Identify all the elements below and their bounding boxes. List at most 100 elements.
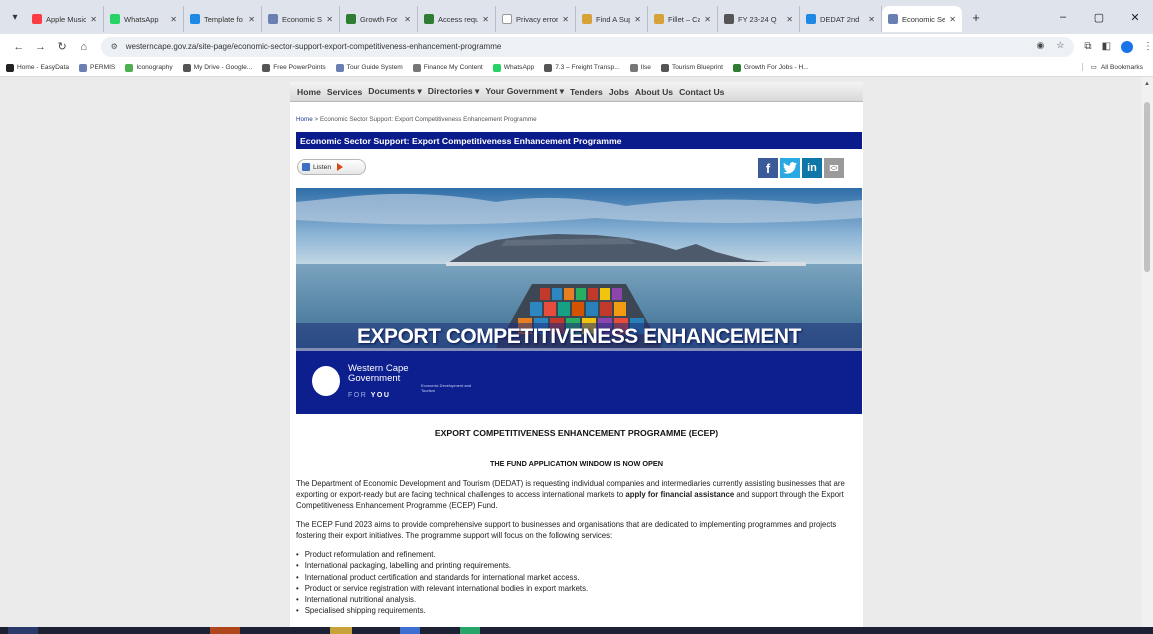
bookmark-favicon-icon xyxy=(79,63,88,72)
site-nav-item[interactable]: Jobs xyxy=(609,87,629,97)
eye-off-icon[interactable]: ◉ xyxy=(1036,40,1044,51)
email-icon[interactable]: ✉ xyxy=(824,158,844,178)
tab-close-icon[interactable]: ✕ xyxy=(634,15,641,24)
browser-tab[interactable]: Access requ ✕ xyxy=(418,6,496,32)
bookmark-item[interactable]: 7.3 – Freight Transp... xyxy=(544,63,620,72)
extensions-icon[interactable]: ⧉ xyxy=(1084,41,1091,52)
tab-favicon-icon xyxy=(888,14,898,24)
tab-search-icon[interactable]: ▾ xyxy=(4,6,26,28)
site-nav-item[interactable]: Services xyxy=(327,87,362,97)
tab-close-icon[interactable]: ✕ xyxy=(248,15,255,24)
menu-icon[interactable]: ⋮ xyxy=(1143,41,1153,52)
service-item: International packaging, labelling and p… xyxy=(296,560,856,571)
browser-tab[interactable]: Find A Supp ✕ xyxy=(576,6,648,32)
browser-tab[interactable]: WhatsApp ✕ xyxy=(104,6,184,32)
tab-close-icon[interactable]: ✕ xyxy=(326,15,333,24)
taskbar-app-icon[interactable] xyxy=(330,627,352,634)
scroll-up-icon[interactable]: ▲ xyxy=(1141,81,1153,87)
site-nav-item[interactable]: Home xyxy=(297,87,321,97)
bookmark-item[interactable]: Finance My Content xyxy=(412,63,483,72)
tab-close-icon[interactable]: ✕ xyxy=(482,15,489,24)
page-title: Economic Sector Support: Export Competit… xyxy=(296,132,862,149)
bookmark-item[interactable]: My Drive - Google... xyxy=(182,63,252,72)
bookmark-label: Finance My Content xyxy=(423,64,483,71)
bookmark-item[interactable]: Iconography xyxy=(125,63,173,72)
page-content: Home Services Documents ▾ Directories ▾ Your… xyxy=(290,82,863,627)
browser-tab[interactable]: Apple Music ✕ xyxy=(26,6,104,32)
bookmark-item[interactable]: Growth For Jobs - H... xyxy=(732,63,809,72)
site-nav-item[interactable]: Directories ▾ xyxy=(428,86,480,97)
browser-tab[interactable]: Template fo ✕ xyxy=(184,6,262,32)
tab-close-icon[interactable]: ✕ xyxy=(786,15,793,24)
restore-button[interactable]: ▢ xyxy=(1081,11,1117,24)
wcg-logo-text: Western Cape Government xyxy=(348,364,409,384)
reload-icon[interactable]: ↻ xyxy=(51,40,73,53)
bookmark-star-icon[interactable]: ☆ xyxy=(1056,40,1064,51)
tab-favicon-icon xyxy=(502,14,512,24)
browser-tab[interactable]: Growth For ✕ xyxy=(340,6,418,32)
side-panel-icon[interactable]: ◧ xyxy=(1102,41,1111,52)
taskbar-start-icon[interactable] xyxy=(8,627,38,634)
scrollbar-thumb[interactable] xyxy=(1144,102,1150,272)
site-nav-item[interactable]: Your Government ▾ xyxy=(485,86,564,97)
back-icon[interactable]: ← xyxy=(8,41,30,53)
tab-close-icon[interactable]: ✕ xyxy=(949,15,956,24)
bookmark-label: 7.3 – Freight Transp... xyxy=(555,64,620,71)
forward-icon[interactable]: → xyxy=(30,41,52,53)
address-bar[interactable]: ⚙ westerncape.gov.za/site-page/economic-… xyxy=(100,36,1075,57)
breadcrumb-home-link[interactable]: Home xyxy=(296,116,313,123)
wcg-tagline: FOR YOU xyxy=(348,392,390,399)
bookmark-favicon-icon xyxy=(629,63,638,72)
taskbar-app-icon[interactable] xyxy=(400,627,420,634)
url-text: westerncape.gov.za/site-page/economic-se… xyxy=(125,42,502,51)
services-list: Product reformulation and refinement.Int… xyxy=(296,549,856,617)
linkedin-icon[interactable]: in xyxy=(802,158,822,178)
listen-button[interactable]: Listen xyxy=(297,159,366,175)
browser-tab[interactable]: Fillet – Cape ✕ xyxy=(648,6,718,32)
browser-tab[interactable]: Privacy error ✕ xyxy=(496,6,576,32)
profile-avatar[interactable] xyxy=(1121,40,1134,53)
site-nav-item[interactable]: About Us xyxy=(635,87,673,97)
new-tab-button[interactable]: + xyxy=(966,10,986,25)
bookmark-label: PERMIS xyxy=(90,64,116,71)
close-window-button[interactable]: ✕ xyxy=(1117,11,1153,24)
bookmark-label: Tourism Blueprint xyxy=(671,64,723,71)
tab-close-icon[interactable]: ✕ xyxy=(90,15,97,24)
taskbar-app-icon[interactable] xyxy=(210,627,240,634)
tab-close-icon[interactable]: ✕ xyxy=(404,15,411,24)
browser-tab[interactable]: FY 23-24 Q ✕ xyxy=(718,6,800,32)
site-nav-item[interactable]: Contact Us xyxy=(679,87,724,97)
tab-label: Economic Se xyxy=(902,14,946,24)
bookmark-item[interactable]: Tour Guide System xyxy=(335,63,403,72)
bookmark-item[interactable]: Tourism Blueprint xyxy=(660,63,723,72)
all-bookmarks-button[interactable]: ▭ All Bookmarks xyxy=(1081,63,1143,71)
bookmark-item[interactable]: Free PowerPoints xyxy=(262,63,326,72)
home-icon[interactable]: ⌂ xyxy=(73,41,95,53)
tab-favicon-icon xyxy=(424,14,434,24)
tab-favicon-icon xyxy=(32,14,42,24)
browser-tab[interactable]: DEDAT 2nd ✕ xyxy=(800,6,882,32)
bookmark-item[interactable]: Ilse xyxy=(629,63,651,72)
browser-tab[interactable]: Economic Se ✕ xyxy=(262,6,340,32)
browser-tab[interactable]: Economic Se ✕ xyxy=(882,6,962,32)
tab-close-icon[interactable]: ✕ xyxy=(170,15,177,24)
tab-close-icon[interactable]: ✕ xyxy=(868,15,875,24)
breadcrumb-current: > Economic Sector Support: Export Compet… xyxy=(312,116,537,123)
bookmark-item[interactable]: PERMIS xyxy=(79,63,116,72)
bookmark-favicon-icon xyxy=(732,63,741,72)
twitter-icon[interactable] xyxy=(780,158,800,178)
bookmark-favicon-icon xyxy=(262,63,271,72)
tab-label: FY 23-24 Q xyxy=(738,14,777,24)
bookmark-item[interactable]: Home - EasyData xyxy=(6,63,69,72)
site-info-icon[interactable]: ⚙ xyxy=(111,42,118,51)
site-nav-item[interactable]: Tenders xyxy=(570,87,603,97)
site-nav-item[interactable]: Documents ▾ xyxy=(368,86,422,97)
facebook-icon[interactable]: f xyxy=(758,158,778,178)
minimize-button[interactable]: – xyxy=(1045,11,1081,23)
tab-close-icon[interactable]: ✕ xyxy=(704,15,711,24)
page-scrollbar[interactable]: ▲ xyxy=(1141,77,1153,627)
bookmark-item[interactable]: WhatsApp xyxy=(492,63,534,72)
taskbar-app-icon[interactable] xyxy=(460,627,480,634)
tab-close-icon[interactable]: ✕ xyxy=(562,15,569,24)
bookmark-favicon-icon xyxy=(492,63,501,72)
